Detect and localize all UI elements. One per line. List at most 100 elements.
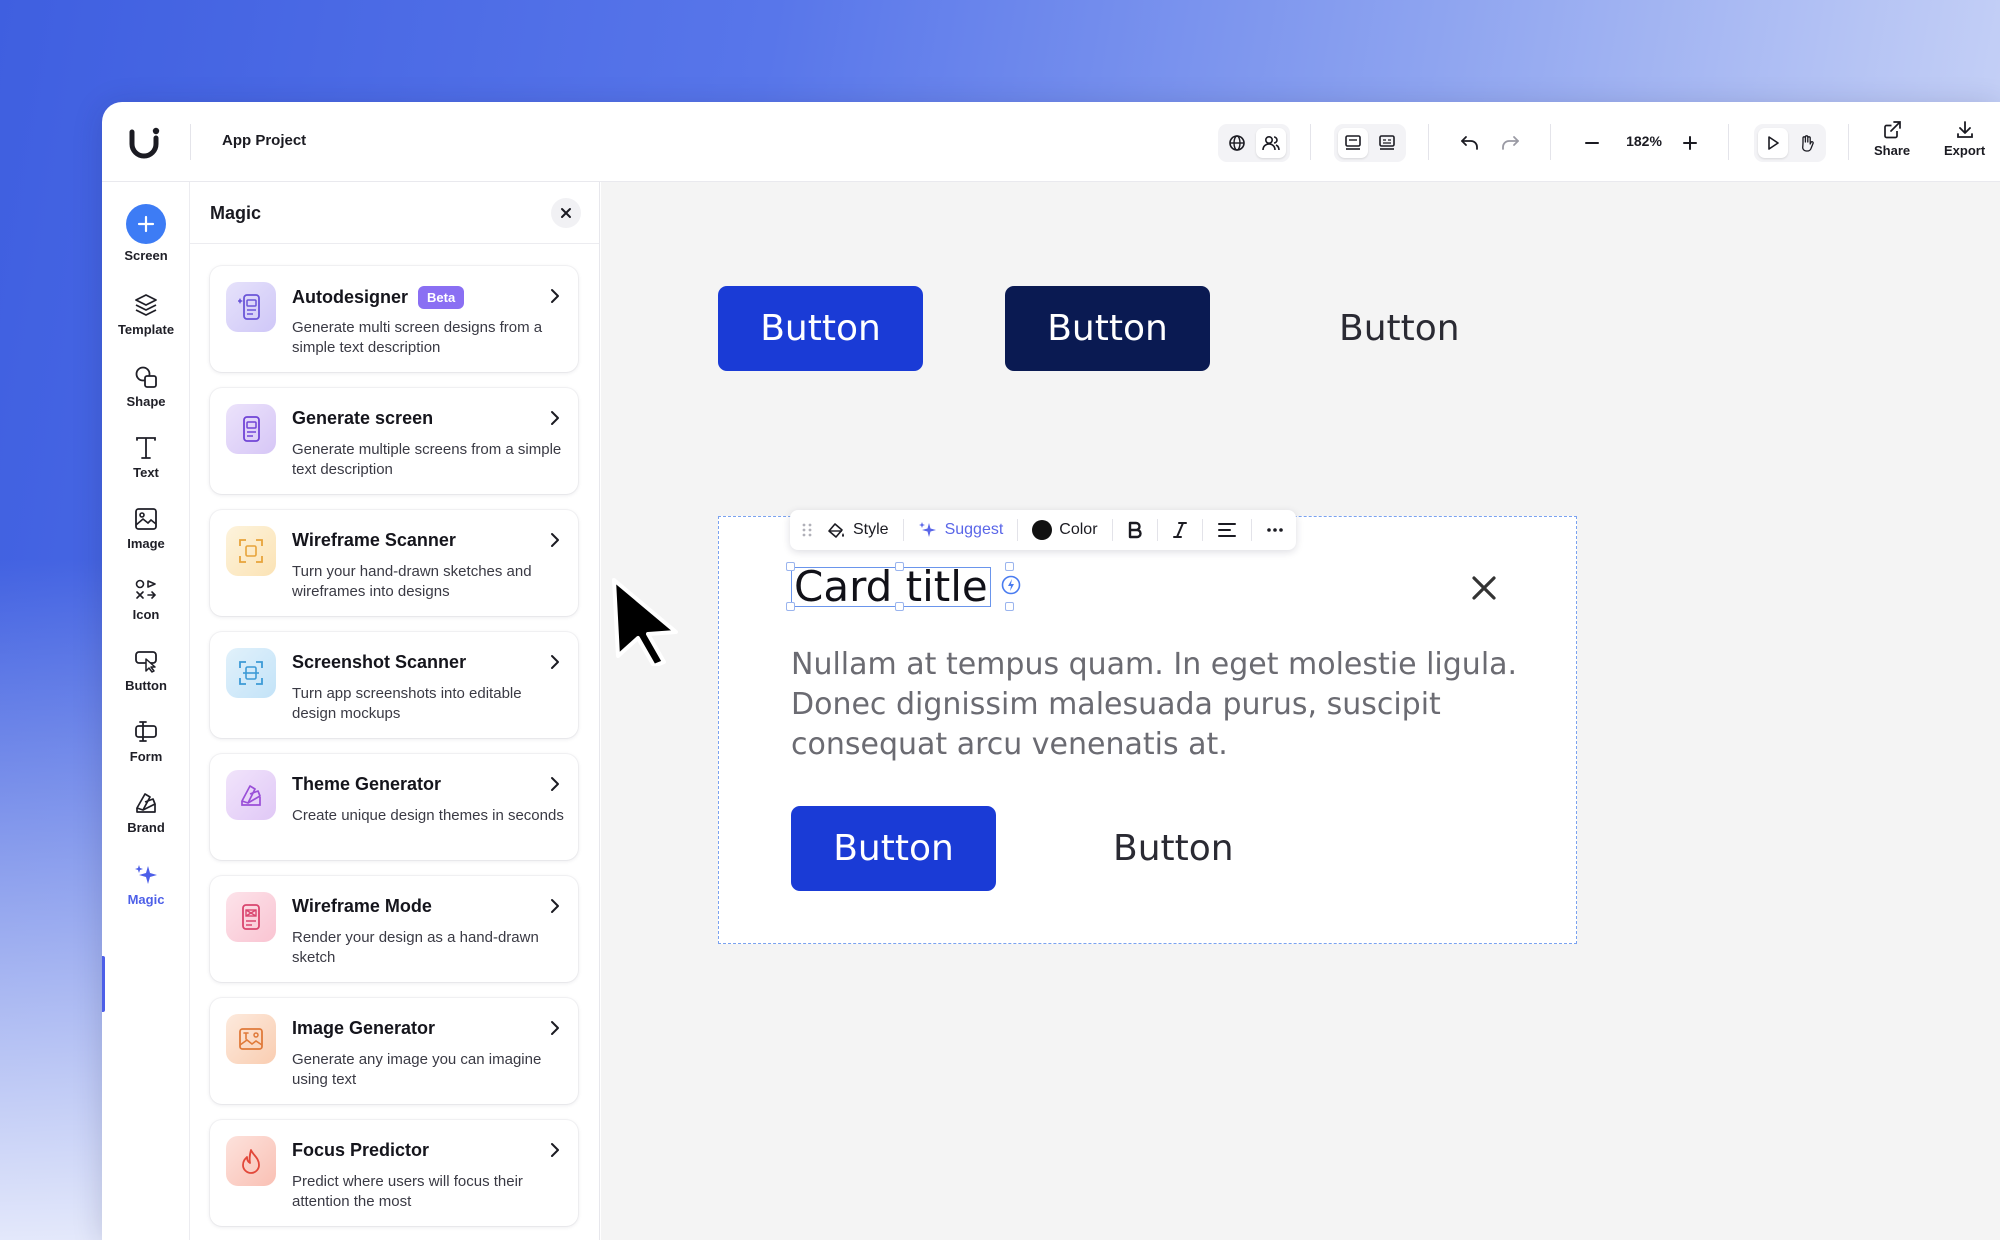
- canvas-button-primary[interactable]: Button: [718, 286, 923, 371]
- zoom-level[interactable]: 182%: [1622, 133, 1666, 149]
- comments-view-button[interactable]: [1372, 128, 1402, 158]
- rail-item-brand[interactable]: Brand: [102, 790, 190, 835]
- rail-item-text[interactable]: Text: [102, 435, 190, 480]
- rail-label: Brand: [127, 820, 165, 835]
- wireframe-scanner-icon: [226, 526, 276, 576]
- drag-handle-icon[interactable]: [802, 522, 812, 538]
- toolbar-separator: [1201, 519, 1203, 541]
- rail-label: Button: [125, 678, 167, 693]
- card-title: Focus Predictor: [292, 1140, 430, 1160]
- magic-card-autodesigner[interactable]: Autodesigner Beta Generate multi screen …: [210, 266, 578, 372]
- autodesigner-icon: [226, 282, 276, 332]
- card-body-text[interactable]: Nullam at tempus quam. In eget molestie …: [791, 645, 1531, 765]
- plus-icon: [1683, 136, 1697, 150]
- icon-set-icon: [135, 579, 157, 599]
- toolbar-separator: [1111, 519, 1113, 541]
- magic-card-image-generator[interactable]: Image Generator Generate any image you c…: [210, 998, 578, 1104]
- share-button[interactable]: Share: [1874, 120, 1910, 158]
- project-name[interactable]: App Project: [222, 132, 306, 149]
- redo-button[interactable]: [1494, 127, 1526, 159]
- suggest-label: Suggest: [944, 521, 1004, 538]
- color-button[interactable]: Color: [1032, 520, 1098, 540]
- card-title: Autodesigner: [292, 287, 409, 307]
- hand-mode-button[interactable]: [1792, 128, 1822, 158]
- sparkle-icon: [135, 865, 157, 884]
- card-description: Generate multiple screens from a simple …: [292, 441, 562, 478]
- resize-handle[interactable]: [786, 562, 795, 571]
- globe-button[interactable]: [1222, 128, 1252, 158]
- screenshot-scanner-icon: [226, 648, 276, 698]
- resize-handle[interactable]: [1005, 562, 1014, 571]
- text-icon: [136, 437, 156, 459]
- close-icon[interactable]: [1469, 573, 1499, 603]
- design-canvas[interactable]: Button Button Button Style Suggest Color: [601, 182, 2000, 1240]
- rail-item-shape[interactable]: Shape: [102, 364, 190, 409]
- resize-handle[interactable]: [1005, 602, 1014, 611]
- magic-card-generate-screen[interactable]: Generate screen Generate multiple screen…: [210, 388, 578, 494]
- card-description: Turn app screenshots into editable desig…: [292, 685, 522, 722]
- add-screen-button[interactable]: [126, 204, 166, 244]
- italic-button[interactable]: [1172, 521, 1188, 539]
- close-panel-button[interactable]: [551, 198, 581, 228]
- zoom-out-button[interactable]: [1576, 127, 1608, 159]
- magic-card-theme-generator[interactable]: Theme Generator Create unique design the…: [210, 754, 578, 860]
- rail-label: Magic: [127, 892, 165, 907]
- screen-layout-icon: [1345, 135, 1361, 150]
- card-title-text[interactable]: Card title: [791, 566, 991, 608]
- rail-item-image[interactable]: Image: [102, 506, 190, 551]
- tool-rail: Screen Template Shape Text Image Icon Bu…: [102, 182, 190, 1240]
- rail-item-screen[interactable]: Screen: [102, 204, 190, 263]
- collaborators-button[interactable]: [1256, 128, 1286, 158]
- chevron-right-icon: [551, 1021, 559, 1035]
- magic-card-wireframe-scanner[interactable]: Wireframe Scanner Turn your hand-drawn s…: [210, 510, 578, 616]
- export-button[interactable]: Export: [1944, 120, 1985, 158]
- rail-item-icon[interactable]: Icon: [102, 577, 190, 622]
- rail-item-magic[interactable]: Magic: [102, 862, 190, 907]
- close-icon: [561, 208, 571, 218]
- italic-icon: [1172, 522, 1187, 538]
- resize-handle[interactable]: [786, 602, 795, 611]
- card-description: Generate multi screen designs from a sim…: [292, 319, 543, 356]
- color-swatch: [1032, 520, 1053, 540]
- globe-icon: [1229, 135, 1245, 151]
- canvas-button-text[interactable]: Button: [1339, 308, 1460, 349]
- ai-lightning-icon[interactable]: [1000, 574, 1022, 596]
- zoom-in-button[interactable]: [1674, 127, 1706, 159]
- undo-button[interactable]: [1454, 127, 1486, 159]
- card-title-row: Autodesigner Beta: [292, 286, 465, 309]
- toolbar-divider: [1428, 124, 1429, 160]
- toolbar-divider: [1728, 124, 1729, 160]
- magic-card-screenshot-scanner[interactable]: Screenshot Scanner Turn app screenshots …: [210, 632, 578, 738]
- canvas-button-dark[interactable]: Button: [1005, 286, 1210, 371]
- bold-button[interactable]: [1127, 521, 1143, 539]
- card-primary-button[interactable]: Button: [791, 806, 996, 891]
- suggest-button[interactable]: Suggest: [918, 521, 1004, 539]
- rail-item-form[interactable]: Form: [102, 719, 190, 764]
- resize-handle[interactable]: [895, 602, 904, 611]
- layout-view-button[interactable]: [1338, 128, 1368, 158]
- card-description: Render your design as a hand-drawn sketc…: [292, 929, 539, 966]
- export-label: Export: [1944, 143, 1986, 158]
- card-secondary-button[interactable]: Button: [1113, 828, 1234, 869]
- select-mode-button[interactable]: [1758, 128, 1788, 158]
- card-description: Generate any image you can imagine using…: [292, 1051, 542, 1088]
- align-button[interactable]: [1217, 522, 1237, 538]
- card-title: Theme Generator: [292, 774, 442, 794]
- more-options-button[interactable]: [1266, 527, 1284, 533]
- share-label: Share: [1874, 143, 1911, 158]
- selected-card-component[interactable]: Style Suggest Color Card title Nullam at…: [718, 510, 1577, 944]
- image-generator-icon: [226, 1014, 276, 1064]
- rail-item-button[interactable]: Button: [102, 648, 190, 693]
- rail-item-template[interactable]: Template: [102, 292, 190, 337]
- generate-screen-icon: [226, 404, 276, 454]
- toolbar-separator: [1250, 519, 1252, 541]
- rail-label: Text: [133, 465, 159, 480]
- style-button[interactable]: Style: [826, 521, 889, 539]
- rail-label: Template: [117, 322, 175, 337]
- resize-handle[interactable]: [895, 562, 904, 571]
- app-logo-icon[interactable]: [126, 124, 162, 160]
- magic-card-wireframe-mode[interactable]: Wireframe Mode Render your design as a h…: [210, 876, 578, 982]
- text-format-toolbar: Style Suggest Color: [790, 510, 1296, 550]
- magic-card-focus-predictor[interactable]: Focus Predictor Predict where users will…: [210, 1120, 578, 1226]
- more-horizontal-icon: [1266, 528, 1283, 532]
